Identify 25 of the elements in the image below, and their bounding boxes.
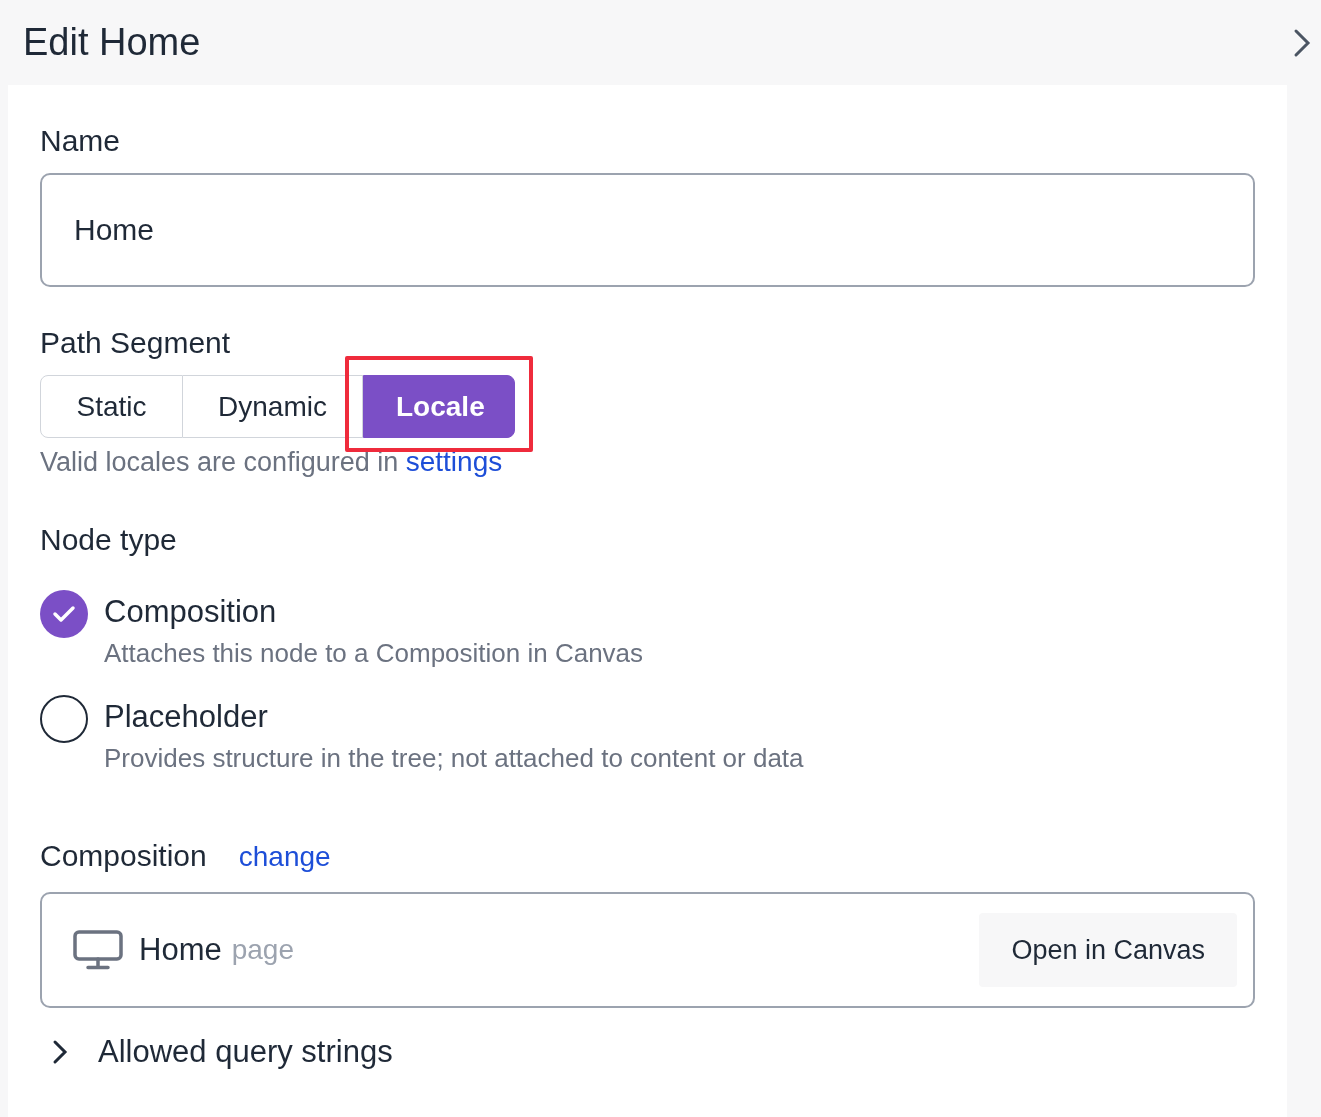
name-field[interactable]: Home	[40, 173, 1255, 287]
option-description: Attaches this node to a Composition in Canvas	[104, 638, 644, 669]
field-label: Composition	[40, 838, 207, 874]
monitor-icon	[73, 930, 123, 970]
composition-name: Home	[139, 932, 222, 968]
change-link[interactable]: change	[238, 841, 331, 873]
segment-option[interactable]: Dynamic	[183, 375, 363, 438]
option-title: Composition	[104, 594, 278, 630]
chevron-right-icon[interactable]	[52, 1039, 68, 1065]
field-label: Node type	[40, 522, 177, 558]
chevron-right-icon[interactable]	[1293, 27, 1311, 58]
option-description: Provides structure in the tree; not attached to content or data	[104, 743, 804, 774]
settings-link[interactable]: settings	[405, 446, 503, 477]
field-label: Path Segment	[40, 325, 231, 361]
segment-option[interactable]: Static	[40, 375, 183, 438]
hint-text: Valid locales are configured in	[40, 447, 399, 477]
composition-type: page	[231, 934, 294, 966]
segment-option[interactable]: Locale	[363, 375, 515, 438]
option-title: Placeholder	[104, 699, 269, 735]
field-label: Name	[40, 123, 121, 159]
radio-icon[interactable]	[40, 695, 88, 743]
open-in-canvas-button[interactable]: Open in Canvas	[979, 913, 1237, 987]
section-toggle-label[interactable]: Allowed query strings	[98, 1034, 393, 1070]
panel-title: Edit Home	[23, 21, 201, 64]
radio-checked-icon[interactable]	[40, 590, 88, 638]
